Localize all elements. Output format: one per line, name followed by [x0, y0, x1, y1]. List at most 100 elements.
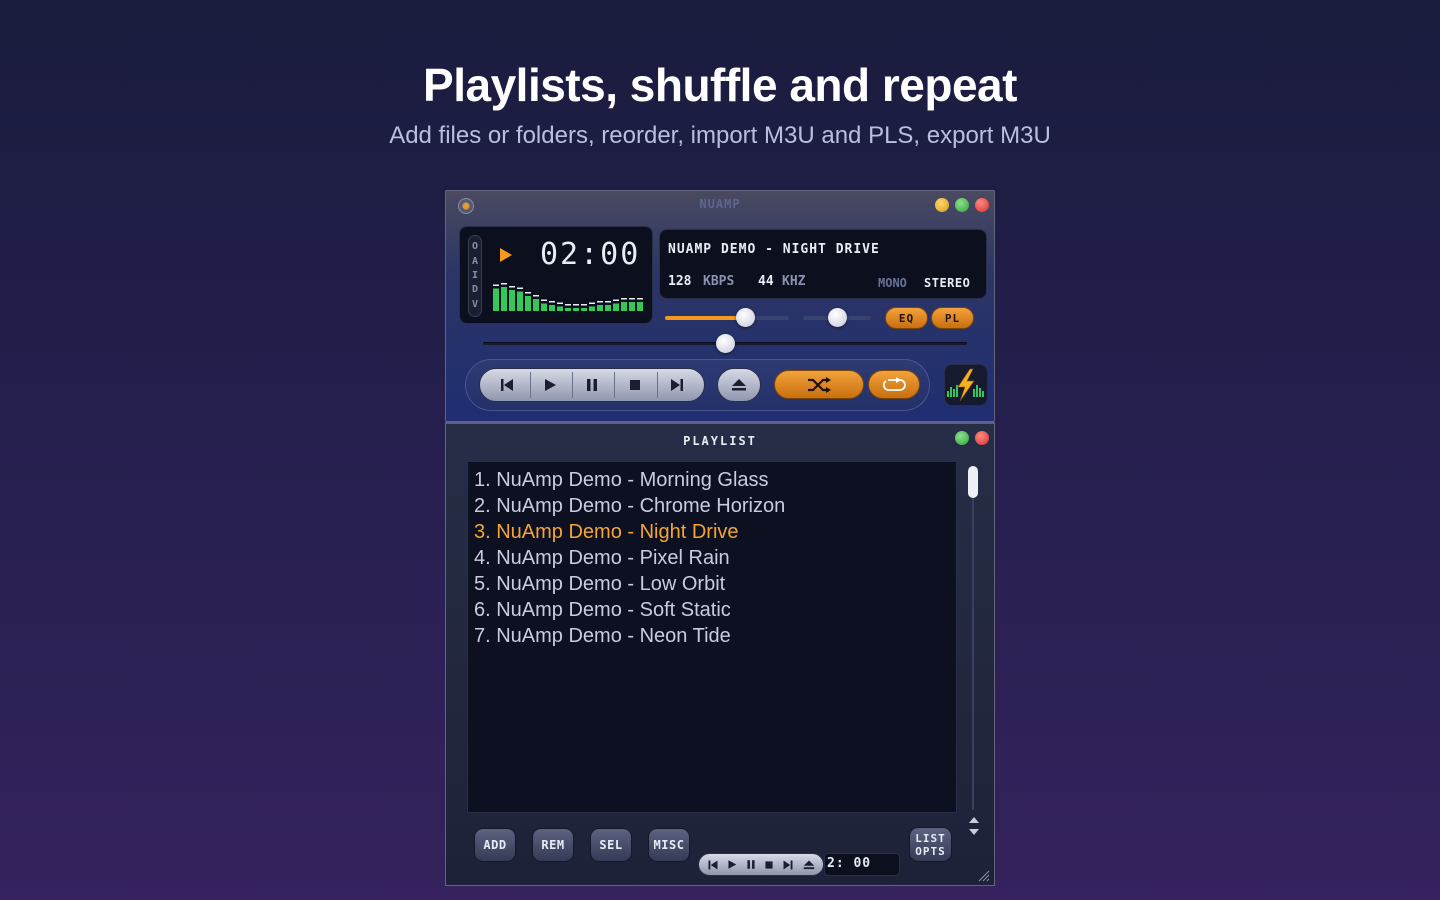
spectrum-peak [629, 298, 635, 300]
seek-knob[interactable] [715, 334, 735, 353]
spectrum-peak [517, 287, 523, 289]
transport-controls [479, 368, 705, 402]
playlist-maximize-button[interactable] [955, 431, 969, 445]
lightning-logo-icon [947, 368, 984, 402]
remove-button[interactable]: REM [532, 828, 574, 862]
spectrum-peak [525, 292, 531, 294]
spectrum-peak [597, 301, 603, 303]
playlist-item[interactable]: 2. NuAmp Demo - Chrome Horizon [474, 493, 956, 519]
spectrum-bar [533, 299, 539, 311]
minimize-button[interactable] [935, 198, 949, 212]
play-state-icon [500, 248, 512, 262]
play-icon [545, 379, 557, 391]
shuffle-icon [808, 376, 831, 393]
spectrum-peak [493, 284, 499, 286]
spectrum-peak [573, 304, 579, 306]
volume-knob[interactable] [736, 308, 756, 327]
mini-transport-controls [698, 853, 824, 876]
stop-icon[interactable] [764, 860, 774, 870]
playlist-item[interactable]: 4. NuAmp Demo - Pixel Rain [474, 545, 956, 571]
playlist-close-button[interactable] [975, 431, 989, 445]
elapsed-time[interactable]: 02:00 [540, 237, 640, 272]
shuffle-button[interactable] [774, 370, 864, 399]
scroll-arrows-icon[interactable] [967, 816, 981, 838]
eject-button[interactable] [717, 368, 761, 402]
stop-icon [629, 380, 640, 390]
balance-slider[interactable] [803, 308, 871, 327]
clutterbar-v[interactable]: V [472, 299, 478, 310]
pause-button[interactable] [571, 372, 612, 398]
spectrum-peak [605, 301, 611, 303]
playlist-item[interactable]: 5. NuAmp Demo - Low Orbit [474, 571, 956, 597]
spectrum-peak [637, 298, 643, 300]
list-options-button[interactable]: LIST OPTS [909, 827, 952, 862]
spectrum-peak [565, 304, 571, 306]
playlist-item-current[interactable]: 3. NuAmp Demo - Night Drive [474, 519, 956, 545]
spectrum-peak [533, 295, 539, 297]
bitrate-unit: KBPS [703, 274, 735, 289]
clutterbar-a[interactable]: A [472, 256, 478, 267]
resize-grip-icon[interactable] [976, 868, 990, 882]
playlist-item[interactable]: 7. NuAmp Demo - Neon Tide [474, 623, 956, 649]
stereo-indicator: STEREO [924, 276, 971, 290]
player-window: NUAMP O A I D V 02:00 NUAMP DEMO - NIGHT… [445, 190, 995, 422]
spectrum-peak [621, 298, 627, 300]
next-icon[interactable] [782, 859, 794, 871]
spectrum-peak [589, 302, 595, 304]
spectrum-peak [549, 301, 555, 303]
spectrum-bar [501, 287, 507, 311]
time-display: O A I D V 02:00 [459, 226, 653, 324]
close-button[interactable] [975, 198, 989, 212]
eject-icon[interactable] [803, 859, 815, 871]
playlist-list[interactable]: 1. NuAmp Demo - Morning Glass 2. NuAmp D… [467, 461, 957, 813]
about-button[interactable] [944, 364, 988, 406]
playlist-item[interactable]: 6. NuAmp Demo - Soft Static [474, 597, 956, 623]
misc-button[interactable]: MISC [648, 828, 690, 862]
next-button[interactable] [656, 372, 697, 398]
spectrum-bar [525, 296, 531, 311]
playlist-window: PLAYLIST 1. NuAmp Demo - Morning Glass 2… [445, 422, 995, 886]
spectrum-peak [613, 299, 619, 301]
pause-icon [587, 379, 598, 391]
clutterbar[interactable]: O A I D V [468, 235, 482, 317]
previous-icon[interactable] [707, 859, 719, 871]
eject-icon [732, 379, 746, 391]
samplerate-unit: KHZ [782, 274, 806, 289]
spectrum-peak [501, 283, 507, 285]
mini-time-display: 2: 00 [824, 853, 900, 876]
spectrum-bar [541, 303, 547, 311]
select-button[interactable]: SEL [590, 828, 632, 862]
volume-slider[interactable] [665, 308, 789, 327]
page-subheadline: Add files or folders, reorder, import M3… [389, 122, 1051, 149]
mono-indicator: MONO [878, 276, 907, 290]
stop-button[interactable] [614, 372, 654, 398]
balance-knob[interactable] [827, 308, 847, 327]
volume-fill [665, 316, 746, 320]
spectrum-bar [517, 291, 523, 311]
playlist-scroll-thumb[interactable] [968, 466, 978, 498]
play-button[interactable] [529, 372, 570, 398]
playlist-item[interactable]: 1. NuAmp Demo - Morning Glass [474, 467, 956, 493]
maximize-button[interactable] [955, 198, 969, 212]
add-button[interactable]: ADD [474, 828, 516, 862]
repeat-button[interactable] [868, 370, 920, 399]
play-icon[interactable] [727, 859, 737, 870]
previous-icon [501, 379, 514, 391]
spectrum-visualizer[interactable] [493, 281, 645, 311]
clutterbar-o[interactable]: O [472, 242, 478, 252]
eq-button[interactable]: EQ [885, 307, 928, 329]
pause-icon[interactable] [746, 859, 756, 870]
repeat-icon [883, 376, 906, 391]
clutterbar-d[interactable]: D [472, 285, 478, 295]
playlist-toggle-button[interactable]: PL [931, 307, 974, 329]
page-headline: Playlists, shuffle and repeat [423, 59, 1017, 111]
seek-bar[interactable] [483, 334, 967, 353]
player-titlebar[interactable]: NUAMP [446, 191, 994, 219]
clutterbar-i[interactable]: I [472, 270, 478, 281]
list-options-label-2: OPTS [915, 844, 946, 858]
previous-button[interactable] [487, 372, 527, 398]
spectrum-peak [557, 302, 563, 304]
spectrum-bar [605, 305, 611, 311]
samplerate-value: 44 [758, 274, 774, 289]
playlist-scroll-track[interactable] [972, 468, 974, 810]
